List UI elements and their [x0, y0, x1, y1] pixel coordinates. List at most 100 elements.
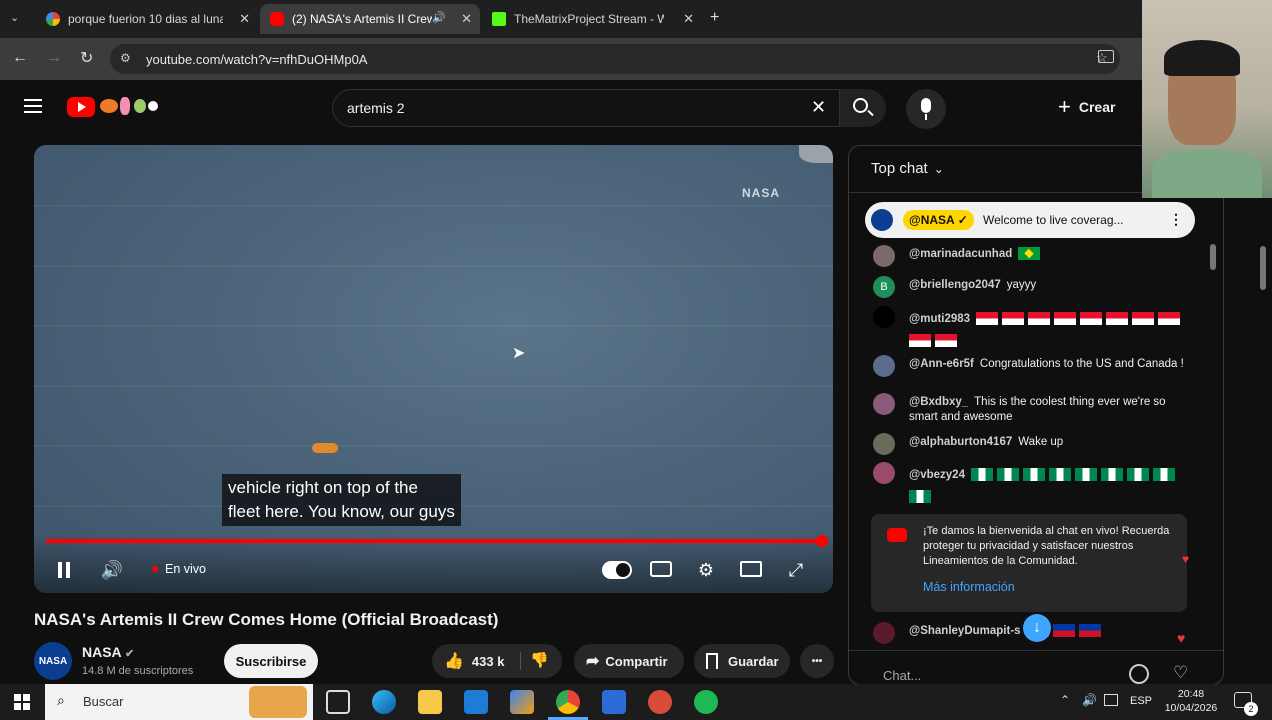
message-author[interactable]: @briellengo2047: [909, 279, 1001, 291]
volume-button[interactable]: 🔊: [98, 556, 126, 584]
search-button[interactable]: [840, 89, 886, 127]
task-view-icon[interactable]: [326, 690, 350, 714]
save-button[interactable]: Guardar: [694, 644, 790, 678]
person-shirt: [1152, 150, 1262, 198]
message-author[interactable]: @Ann-e6r5f: [909, 358, 974, 370]
create-label: Crear: [1078, 99, 1116, 115]
progress-bar[interactable]: [46, 539, 822, 543]
autoplay-toggle[interactable]: [602, 561, 632, 579]
fullscreen-icon[interactable]: ⤢: [782, 556, 810, 584]
message-author[interactable]: @alphaburton4167: [909, 436, 1012, 448]
settings-icon[interactable]: ⚙: [692, 556, 720, 584]
scroll-down-icon[interactable]: ↓: [1023, 614, 1051, 642]
chat-input[interactable]: Chat...: [883, 668, 921, 683]
store-icon[interactable]: [464, 690, 488, 714]
like-dislike-group: 👍 433 k 👎: [432, 644, 562, 678]
person-hair: [1164, 40, 1240, 76]
volume-tray-icon[interactable]: 🔊: [1082, 693, 1097, 707]
clear-search-icon[interactable]: ✕: [811, 97, 826, 118]
url-field[interactable]: ⚙ youtube.com/watch?v=nfhDuOHMp0A ☆: [110, 44, 1120, 74]
outlook-icon[interactable]: [602, 690, 626, 714]
microphone-icon: [921, 98, 931, 113]
tab-google[interactable]: porque fuerion 10 dias al luna - Buscar …: [36, 4, 258, 34]
like-count[interactable]: 433 k: [472, 654, 505, 669]
channel-name[interactable]: NASA ✔: [82, 644, 134, 660]
subscribe-button[interactable]: Suscribirse: [224, 644, 318, 678]
theater-mode-icon[interactable]: [740, 561, 762, 577]
search-input[interactable]: artemis 2 ✕: [332, 89, 840, 127]
search-query-text: artemis 2: [347, 100, 405, 116]
volume-icon: 🔊: [100, 559, 124, 580]
live-label: En vivo: [165, 562, 206, 576]
install-app-icon[interactable]: [1098, 50, 1114, 63]
tab-list-chevron-icon[interactable]: ⌄: [10, 11, 19, 24]
clock-time: 20:48: [1177, 688, 1205, 700]
close-tab-icon[interactable]: ✕: [239, 11, 250, 27]
chrome-icon[interactable]: [556, 690, 580, 714]
share-icon: ➦: [586, 653, 600, 670]
pause-icon: [58, 562, 62, 578]
doodle-icon[interactable]: [98, 95, 162, 119]
reload-icon[interactable]: ↻: [80, 48, 93, 68]
channel-avatar[interactable]: NASA: [34, 642, 72, 680]
copilot-icon[interactable]: [510, 690, 534, 714]
message-text: Wake up: [1018, 436, 1064, 448]
site-info-icon[interactable]: ⚙: [120, 51, 131, 65]
page-scrollbar-area: [1210, 198, 1272, 684]
message-author[interactable]: @vbezy24: [909, 469, 965, 481]
message-author[interactable]: @marinadacunhad: [909, 248, 1012, 260]
brazil-flag-icon: [1018, 247, 1041, 261]
spotify-icon[interactable]: [694, 690, 718, 714]
language-indicator[interactable]: ESP: [1130, 695, 1152, 707]
plus-icon: +: [1058, 94, 1071, 119]
tab-label: porque fuerion 10 dias al luna - Buscar …: [68, 12, 223, 26]
back-icon[interactable]: ←: [12, 49, 28, 67]
avatar: [873, 433, 895, 455]
emoji-icon[interactable]: [1129, 664, 1149, 684]
voice-search-button[interactable]: [906, 89, 946, 129]
network-icon[interactable]: [1104, 694, 1118, 706]
message-author[interactable]: @Bxdbxy_: [909, 396, 968, 408]
app-icon[interactable]: [648, 690, 672, 714]
tab-youtube-active[interactable]: (2) NASA's Artemis II Crew Comes Home 🔊 …: [260, 4, 480, 34]
progress-scrubber[interactable]: [816, 535, 828, 547]
speaker-icon[interactable]: 🔊: [432, 11, 446, 24]
page-scrollbar-thumb[interactable]: [1260, 246, 1266, 290]
tray-chevron-icon[interactable]: ⌃: [1060, 693, 1070, 707]
tab-kick[interactable]: TheMatrixProject Stream - Watch ✕: [482, 4, 702, 34]
chat-mode-dropdown[interactable]: Top chat ⌄: [871, 160, 944, 177]
more-info-link[interactable]: Más información: [923, 580, 1015, 594]
pinned-message[interactable]: @NASA ✓ Welcome to live coverag... ⋮: [865, 202, 1195, 238]
new-tab-button[interactable]: +: [710, 9, 719, 27]
close-tab-icon[interactable]: ✕: [461, 11, 472, 27]
file-explorer-icon[interactable]: [418, 690, 442, 714]
taskbar-search[interactable]: ⌕ Buscar: [45, 684, 313, 720]
message-author[interactable]: @ShanleyDumapit-s: [909, 625, 1021, 637]
close-tab-icon[interactable]: ✕: [683, 11, 694, 27]
welcome-text: ¡Te damos la bienvenida al chat en vivo!…: [923, 525, 1170, 567]
channel-name-text: NASA: [82, 644, 122, 660]
url-text: youtube.com/watch?v=nfhDuOHMp0A: [146, 52, 368, 67]
clock[interactable]: 20:48 10/04/2026: [1162, 687, 1220, 715]
nasa-watermark: NASA: [742, 186, 781, 200]
message-author[interactable]: @muti2983: [909, 313, 970, 325]
share-button[interactable]: ➦ Compartir: [574, 644, 684, 678]
nasa-avatar: [871, 209, 893, 231]
thumbs-down-icon[interactable]: 👎: [530, 651, 549, 669]
thumbs-up-icon[interactable]: 👍: [444, 651, 464, 671]
youtube-logo[interactable]: [67, 97, 95, 117]
live-indicator[interactable]: En vivo: [152, 562, 206, 576]
create-button[interactable]: + Crear: [1058, 92, 1115, 122]
kebab-menu-icon[interactable]: ⋮: [1169, 211, 1183, 228]
chat-scrollbar-thumb[interactable]: [1210, 244, 1216, 270]
forward-icon[interactable]: →: [46, 49, 62, 67]
menu-icon[interactable]: [24, 99, 42, 113]
pause-button[interactable]: [50, 556, 78, 584]
more-actions-button[interactable]: •••: [800, 644, 834, 678]
edge-icon[interactable]: [372, 690, 396, 714]
heart-icon[interactable]: ♡: [1173, 663, 1188, 683]
subtitles-icon[interactable]: [650, 561, 672, 577]
avatar: [873, 245, 895, 267]
mouse-cursor-icon: ➤: [512, 345, 526, 362]
windows-start-icon[interactable]: [14, 694, 30, 710]
